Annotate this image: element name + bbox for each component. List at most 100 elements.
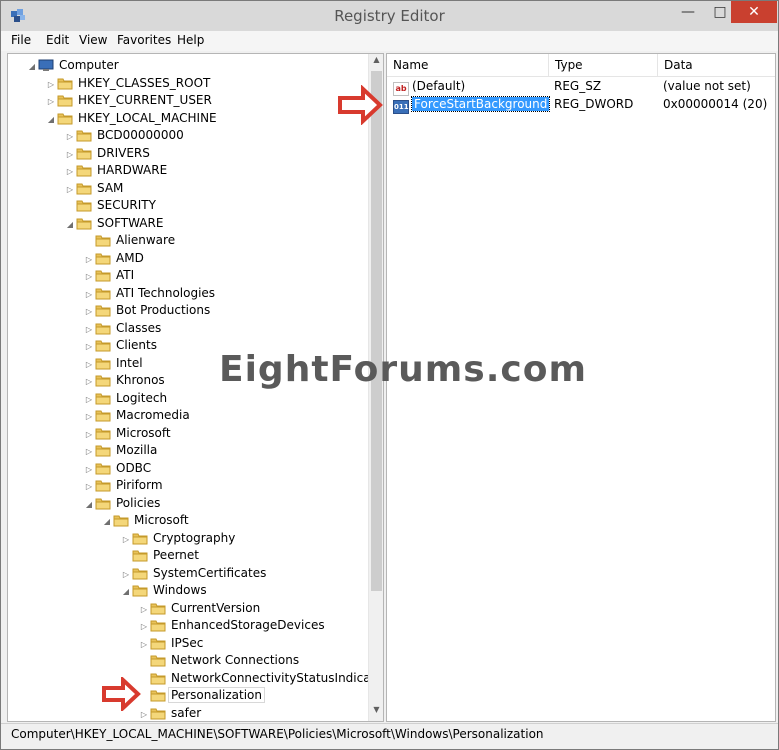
expand-arrow-icon[interactable]: ▷	[83, 461, 95, 478]
expand-arrow-icon[interactable]: ▷	[83, 338, 95, 355]
expand-arrow-icon[interactable]: ▷	[138, 618, 150, 635]
tree-item[interactable]: ▷ ATI Technologies	[83, 285, 217, 302]
expand-arrow-icon[interactable]: ▷	[83, 251, 95, 268]
value-row-forcestartbackground[interactable]: 011 ForceStartBackground REG_DWORD 0x0000…	[387, 95, 775, 114]
collapse-arrow-icon[interactable]: ◢	[83, 496, 95, 513]
tree-item[interactable]: ▷ HARDWARE	[64, 162, 169, 179]
tree-item[interactable]: ▷ AMD	[83, 250, 146, 267]
expand-arrow-icon[interactable]: ▷	[83, 373, 95, 390]
tree-item[interactable]: ▷ Piriform	[83, 477, 165, 494]
folder-icon	[132, 532, 148, 544]
expand-arrow-icon[interactable]: ▷	[138, 601, 150, 618]
folder-icon	[76, 217, 92, 229]
tree-item[interactable]: ▷ CurrentVersion	[138, 600, 262, 617]
tree-item[interactable]: NetworkConnectivityStatusIndicator	[138, 670, 384, 687]
tree-item[interactable]: ▷ HKEY_CURRENT_USER	[45, 92, 214, 109]
tree-item[interactable]: ◢ SOFTWARE	[64, 215, 165, 232]
expand-arrow-icon[interactable]: ▷	[45, 93, 57, 110]
tree-item[interactable]: ▷ Clients	[83, 337, 159, 354]
expand-arrow-icon[interactable]: ▷	[83, 286, 95, 303]
close-button[interactable]: ✕	[731, 1, 777, 23]
column-header-type[interactable]: Type	[549, 54, 658, 76]
column-header-data[interactable]: Data	[658, 54, 775, 76]
scroll-down-arrow-icon[interactable]: ▼	[371, 705, 382, 719]
tree-item[interactable]: ▷ Logitech	[83, 390, 169, 407]
tree-item[interactable]: ▷ DRIVERS	[64, 145, 152, 162]
expand-arrow-icon[interactable]: ▷	[83, 321, 95, 338]
tree-item[interactable]: ▷ HKEY_CLASSES_ROOT	[45, 75, 212, 92]
menu-file[interactable]: File	[11, 33, 31, 47]
tree-item[interactable]: ▷ safer	[138, 705, 203, 722]
tree-item[interactable]: SECURITY	[64, 197, 158, 214]
folder-icon	[150, 672, 166, 684]
tree-item-label: Piriform	[116, 478, 163, 492]
collapse-arrow-icon[interactable]: ◢	[120, 583, 132, 600]
tree-item-label: NetworkConnectivityStatusIndicator	[171, 670, 384, 685]
collapse-arrow-icon[interactable]: ◢	[45, 111, 57, 128]
tree-item[interactable]: ◢ Microsoft	[101, 512, 191, 529]
status-path: Computer\HKEY_LOCAL_MACHINE\SOFTWARE\Pol…	[11, 727, 544, 741]
expand-arrow-icon[interactable]: ▷	[64, 128, 76, 145]
menu-edit[interactable]: Edit	[46, 33, 69, 47]
tree-item[interactable]: ▷ Microsoft	[83, 425, 173, 442]
expand-arrow-icon[interactable]: ▷	[45, 76, 57, 93]
expand-arrow-icon[interactable]: ▷	[83, 268, 95, 285]
minimize-button[interactable]: —	[673, 1, 703, 23]
tree-item[interactable]: ▷ EnhancedStorageDevices	[138, 617, 327, 634]
tree-item[interactable]: ▷ BCD00000000	[64, 127, 186, 144]
tree-item[interactable]: Peernet	[120, 547, 201, 564]
expand-arrow-icon[interactable]: ▷	[64, 146, 76, 163]
tree-item-label: Windows	[153, 583, 207, 597]
red-arrow-pointer-icon	[338, 85, 383, 125]
title-bar[interactable]: Registry Editor — □ ✕	[1, 1, 778, 31]
expand-arrow-icon[interactable]: ▷	[83, 356, 95, 373]
tree-item[interactable]: ▷ IPSec	[138, 635, 205, 652]
tree-item[interactable]: ◢ Computer	[26, 57, 121, 74]
tree-item[interactable]: Network Connections	[138, 652, 301, 669]
expand-arrow-icon[interactable]: ▷	[64, 163, 76, 180]
tree-item[interactable]: ▷ SAM	[64, 180, 125, 197]
tree-item[interactable]: ▷ Bot Productions	[83, 302, 212, 319]
menu-help[interactable]: Help	[177, 33, 204, 47]
expand-arrow-icon[interactable]: ▷	[83, 478, 95, 495]
tree-item-label: Personalization	[168, 687, 265, 703]
tree-item[interactable]: ▷ Intel	[83, 355, 145, 372]
tree-item[interactable]: ▷ SystemCertificates	[120, 565, 268, 582]
tree-item[interactable]: ▷ ATI	[83, 267, 136, 284]
expand-arrow-icon[interactable]: ▷	[120, 531, 132, 548]
expand-arrow-icon[interactable]: ▷	[120, 566, 132, 583]
scrollbar-thumb[interactable]	[371, 71, 382, 591]
tree-item-label: Mozilla	[116, 443, 158, 457]
expand-arrow-icon[interactable]: ▷	[83, 303, 95, 320]
tree-item[interactable]: Alienware	[83, 232, 177, 249]
expand-arrow-icon[interactable]: ▷	[83, 443, 95, 460]
tree-item[interactable]: ▷ Macromedia	[83, 407, 192, 424]
folder-icon	[95, 269, 111, 282]
value-row-default[interactable]: ab (Default) REG_SZ (value not set)	[387, 77, 775, 96]
tree-item[interactable]: ▷ Cryptography	[120, 530, 237, 547]
tree-item-label: HKEY_CLASSES_ROOT	[78, 75, 211, 90]
tree-item[interactable]: ◢ Windows	[120, 582, 209, 599]
collapse-arrow-icon[interactable]: ◢	[101, 513, 113, 530]
tree-item[interactable]: ◢ Policies	[83, 495, 162, 512]
collapse-arrow-icon[interactable]: ◢	[26, 58, 38, 75]
folder-icon	[132, 549, 148, 562]
expand-arrow-icon[interactable]: ▷	[83, 426, 95, 443]
expand-arrow-icon[interactable]: ▷	[83, 391, 95, 408]
menu-favorites[interactable]: Favorites	[117, 33, 171, 47]
tree-item[interactable]: ◢ HKEY_LOCAL_MACHINE	[45, 110, 219, 127]
menu-view[interactable]: View	[79, 33, 107, 47]
tree-item[interactable]: ▷ Khronos	[83, 372, 167, 389]
scroll-up-arrow-icon[interactable]: ▲	[371, 55, 382, 69]
expand-arrow-icon[interactable]: ▷	[138, 636, 150, 653]
tree-item[interactable]: ▷ ODBC	[83, 460, 153, 477]
tree-item-label: safer	[171, 705, 202, 720]
tree-item[interactable]: ▷ Mozilla	[83, 442, 159, 459]
tree-item[interactable]: ▷ Classes	[83, 320, 163, 337]
collapse-arrow-icon[interactable]: ◢	[64, 216, 76, 233]
column-header-name[interactable]: Name	[387, 54, 549, 76]
tree-item[interactable]: Personalization	[138, 687, 265, 704]
expand-arrow-icon[interactable]: ▷	[83, 408, 95, 425]
expand-arrow-icon[interactable]: ▷	[64, 181, 76, 198]
tree-item-label: Policies	[116, 495, 161, 510]
